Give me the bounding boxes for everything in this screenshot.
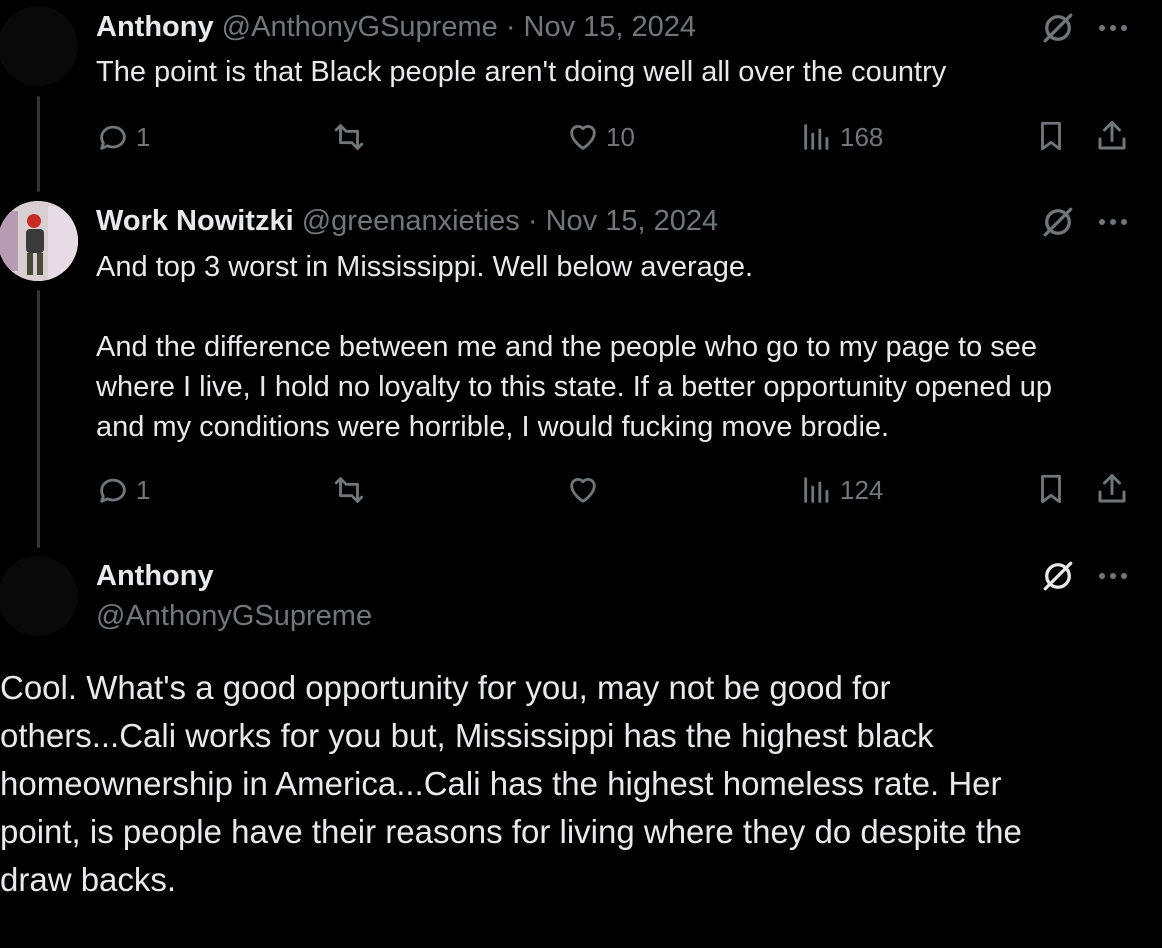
text-line: draw backs. bbox=[0, 861, 177, 898]
like-button[interactable] bbox=[566, 473, 600, 507]
reply-button[interactable]: 1 bbox=[96, 120, 150, 154]
author-handle[interactable]: @AnthonyGSupreme bbox=[222, 11, 498, 43]
repost-button[interactable] bbox=[330, 473, 368, 507]
author-handle[interactable]: @greenanxieties bbox=[302, 205, 520, 237]
text-line: others...Cali works for you but, Mississ… bbox=[0, 717, 934, 754]
avatar[interactable] bbox=[0, 556, 78, 636]
text-line: where I live, I hold no loyalty to this … bbox=[96, 371, 1052, 403]
like-button[interactable]: 10 bbox=[566, 120, 635, 154]
post-date[interactable]: Nov 15, 2024 bbox=[546, 205, 719, 237]
profile-photo bbox=[0, 201, 78, 281]
reply-count: 1 bbox=[136, 122, 151, 152]
text-line: And the difference between me and the pe… bbox=[96, 331, 1038, 363]
share-icon bbox=[1098, 121, 1126, 150]
post-date[interactable]: Nov 15, 2024 bbox=[524, 11, 697, 43]
repost-button[interactable] bbox=[330, 120, 368, 154]
bookmark-button[interactable] bbox=[1034, 118, 1068, 154]
grok-icon[interactable] bbox=[1040, 558, 1076, 599]
separator: · bbox=[527, 205, 538, 237]
share-button[interactable] bbox=[1094, 471, 1130, 507]
repost-icon bbox=[334, 124, 364, 150]
thread-line bbox=[37, 96, 40, 192]
text-line: Cool. What's a good opportunity for you,… bbox=[0, 669, 891, 706]
text-line: And top 3 worst in Mississippi. Well bel… bbox=[96, 251, 754, 283]
more-icon[interactable] bbox=[1096, 562, 1130, 595]
reply-count: 1 bbox=[136, 475, 151, 505]
text-line: and my conditions were horrible, I would… bbox=[96, 411, 890, 443]
repost-icon bbox=[334, 477, 364, 503]
like-icon bbox=[570, 125, 596, 150]
share-button[interactable] bbox=[1094, 118, 1130, 154]
reply-icon bbox=[100, 125, 126, 150]
bookmark-icon bbox=[1041, 474, 1061, 504]
reply2-header: Work Nowitzki @greenanxieties · Nov 15, … bbox=[96, 203, 718, 239]
avatar[interactable] bbox=[0, 201, 78, 281]
avatar[interactable] bbox=[0, 6, 78, 86]
separator: · bbox=[505, 11, 516, 43]
views-button[interactable]: 168 bbox=[800, 120, 883, 154]
grok-icon[interactable] bbox=[1040, 10, 1076, 51]
like-icon bbox=[570, 478, 596, 503]
text-line: point, is people have their reasons for … bbox=[0, 813, 1022, 850]
text-line: homeownership in America...Cali has the … bbox=[0, 765, 1002, 802]
like-count: 10 bbox=[606, 122, 635, 152]
author-name[interactable]: Anthony bbox=[96, 11, 214, 43]
post-text: And top 3 worst in Mississippi. Well bel… bbox=[96, 247, 1052, 447]
more-icon[interactable] bbox=[1096, 208, 1130, 241]
reply-button[interactable]: 1 bbox=[96, 473, 150, 507]
author-name[interactable]: Work Nowitzki bbox=[96, 205, 294, 237]
bookmark-button[interactable] bbox=[1034, 471, 1068, 507]
post-text: The point is that Black people aren't do… bbox=[96, 56, 947, 88]
author-handle[interactable]: @AnthonyGSupreme bbox=[96, 598, 372, 634]
grok-icon[interactable] bbox=[1040, 204, 1076, 245]
reply-icon bbox=[100, 478, 126, 503]
views-icon bbox=[804, 124, 829, 150]
bookmark-icon bbox=[1041, 121, 1061, 151]
views-button[interactable]: 124 bbox=[800, 473, 883, 507]
main-post-text: Cool. What's a good opportunity for you,… bbox=[0, 664, 1150, 904]
author-name[interactable]: Anthony bbox=[96, 558, 214, 594]
thread-line bbox=[37, 290, 40, 548]
more-icon[interactable] bbox=[1096, 14, 1130, 47]
views-icon bbox=[804, 477, 829, 503]
share-icon bbox=[1098, 474, 1126, 503]
views-count: 124 bbox=[840, 475, 884, 505]
reply1-header: Anthony @AnthonyGSupreme · Nov 15, 2024 bbox=[96, 9, 696, 45]
views-count: 168 bbox=[840, 122, 884, 152]
